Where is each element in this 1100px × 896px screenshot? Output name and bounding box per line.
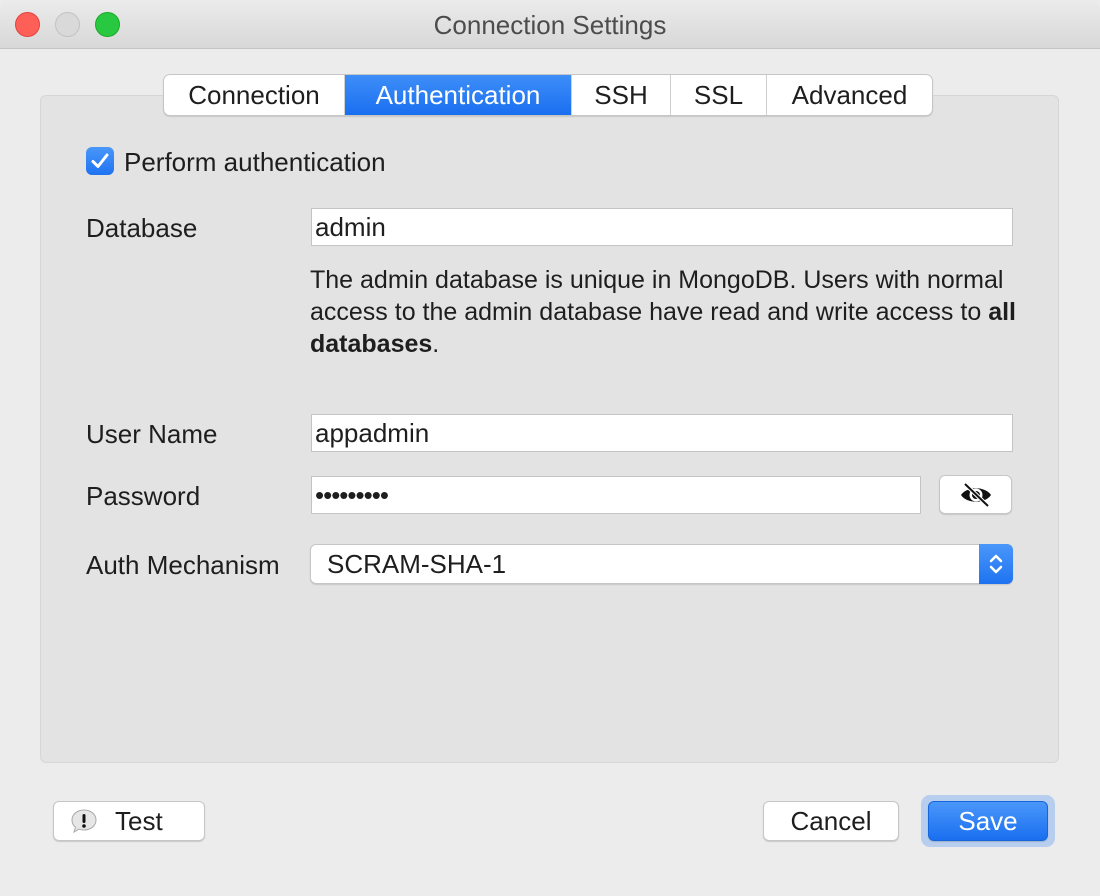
test-button[interactable]: Test xyxy=(53,801,205,841)
show-password-button[interactable] xyxy=(939,475,1012,514)
auth-mechanism-value: SCRAM-SHA-1 xyxy=(327,549,507,579)
test-button-label: Test xyxy=(115,806,163,836)
auth-mechanism-select[interactable]: SCRAM-SHA-1 xyxy=(310,544,1013,584)
title-bar: Connection Settings xyxy=(0,0,1100,49)
tab-ssh[interactable]: SSH xyxy=(572,75,671,115)
tab-connection[interactable]: Connection xyxy=(164,75,345,115)
warning-bubble-icon xyxy=(71,809,97,834)
username-label: User Name xyxy=(86,419,218,449)
checkmark-icon xyxy=(91,153,109,168)
auth-mechanism-label: Auth Mechanism xyxy=(86,550,280,580)
connection-settings-window: Connection Settings Connection Authentic… xyxy=(0,0,1100,896)
tab-ssl[interactable]: SSL xyxy=(671,75,767,115)
save-button[interactable]: Save xyxy=(928,801,1048,841)
cancel-button[interactable]: Cancel xyxy=(763,801,899,841)
password-label: Password xyxy=(86,481,201,511)
tab-advanced[interactable]: Advanced xyxy=(767,75,932,115)
window-title: Connection Settings xyxy=(433,10,667,40)
help-text-main: The admin database is unique in MongoDB.… xyxy=(310,266,1004,326)
tab-authentication[interactable]: Authentication xyxy=(345,75,572,115)
password-input[interactable]: ••••••••• xyxy=(311,476,921,514)
perform-authentication-checkbox[interactable] xyxy=(86,147,114,175)
database-input[interactable]: admin xyxy=(311,208,1013,246)
tab-bar: Connection Authentication SSH SSL Advanc… xyxy=(163,74,933,116)
chevron-up-down-icon xyxy=(979,544,1013,584)
eye-slash-icon xyxy=(960,482,991,507)
username-input[interactable]: appadmin xyxy=(311,414,1013,452)
help-text-end: . xyxy=(432,330,440,358)
database-label: Database xyxy=(86,213,198,243)
perform-authentication-label[interactable]: Perform authentication xyxy=(124,147,386,178)
database-help-text: The admin database is unique in MongoDB.… xyxy=(310,264,1020,360)
